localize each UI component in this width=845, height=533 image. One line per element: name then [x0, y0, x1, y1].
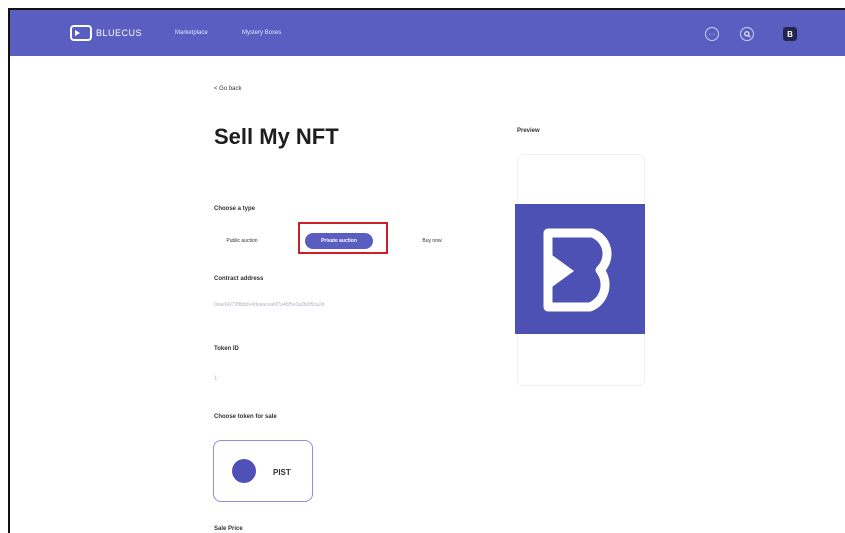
contract-address-label: Contract address	[214, 276, 264, 282]
preview-label: Preview	[517, 128, 540, 134]
token-icon	[232, 459, 256, 483]
token-id-label: Token ID	[214, 346, 239, 352]
preview-image	[515, 204, 645, 334]
logo-icon	[70, 25, 92, 41]
selection-highlight-box	[298, 222, 388, 254]
brand-logo[interactable]: BLUECUS	[70, 25, 142, 41]
token-option-card[interactable]: PIST	[213, 440, 313, 502]
top-navigation-bar: BLUECUS Marketplace Mystery Boxes ··· B	[10, 10, 845, 56]
token-symbol: PIST	[273, 468, 291, 477]
page-title: Sell My NFT	[214, 124, 339, 149]
contract-address-input[interactable]: 0xaef4273f8bbfe4deaacea6f7a4bf5e0a0b0f5c…	[214, 302, 324, 308]
browser-frame: BLUECUS Marketplace Mystery Boxes ··· B …	[8, 8, 845, 533]
bluecus-logo-icon	[543, 228, 612, 312]
type-buy-now-button[interactable]: Buy now	[408, 233, 456, 249]
brand-name: BLUECUS	[96, 28, 143, 38]
more-icon[interactable]: ···	[705, 27, 719, 41]
type-public-auction-button[interactable]: Public auction	[212, 233, 272, 249]
back-link[interactable]: < Go back	[214, 86, 242, 92]
choose-type-label: Choose a type	[214, 206, 256, 212]
sale-price-label: Sale Price	[214, 526, 243, 532]
search-icon[interactable]	[740, 27, 754, 41]
token-id-input[interactable]: 1	[214, 376, 217, 382]
profile-avatar-icon[interactable]: B	[783, 27, 797, 41]
nav-mystery-boxes[interactable]: Mystery Boxes	[242, 30, 281, 36]
choose-token-label: Choose token for sale	[214, 414, 277, 420]
nav-marketplace[interactable]: Marketplace	[175, 30, 208, 36]
